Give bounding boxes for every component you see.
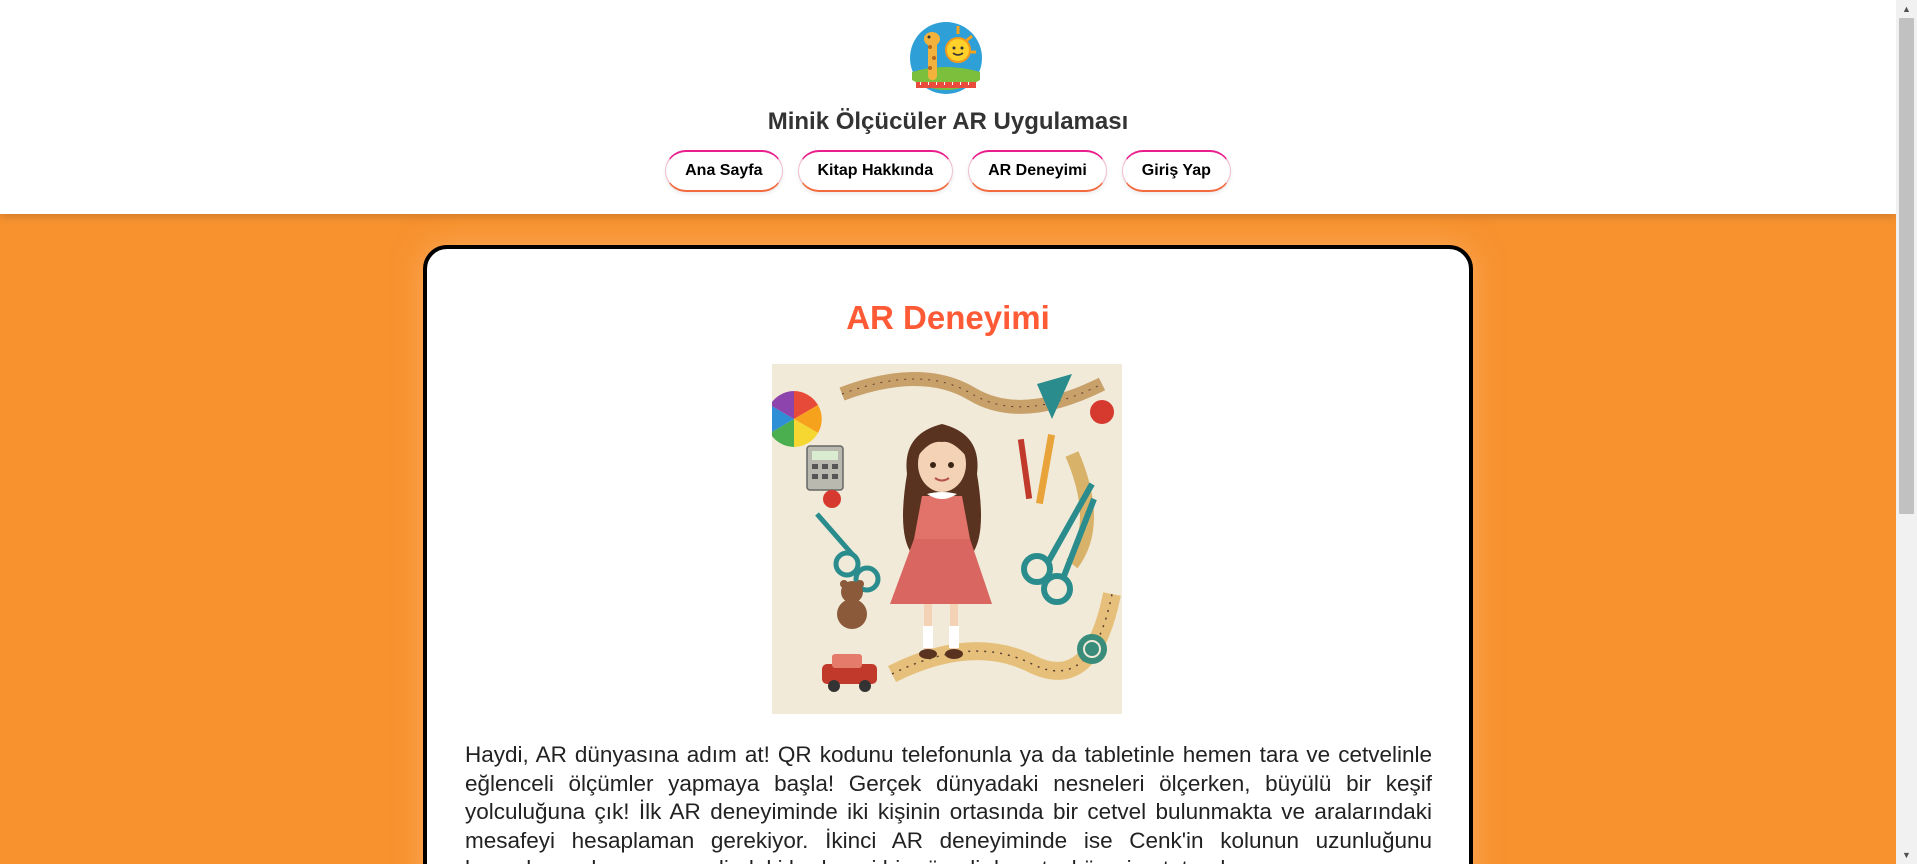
nav-home-button[interactable]: Ana Sayfa — [665, 150, 783, 192]
site-title: Minik Ölçücüler AR Uygulaması — [767, 108, 1129, 135]
main-nav: Ana Sayfa Kitap Hakkında AR Deneyimi Gir… — [0, 150, 1896, 192]
page-heading: AR Deneyimi — [846, 299, 1050, 336]
site-header: Minik Ölçücüler AR Uygulaması Ana Sayfa … — [0, 0, 1896, 214]
scroll-down-arrow-icon[interactable]: ▼ — [1896, 846, 1917, 864]
scroll-up-arrow-icon[interactable]: ▲ — [1896, 0, 1917, 18]
hero-illustration — [772, 364, 1122, 714]
vertical-scrollbar[interactable]: ▲ ▼ — [1896, 0, 1917, 864]
nav-login-button[interactable]: Giriş Yap — [1121, 150, 1231, 192]
nav-ar-experience-button[interactable]: AR Deneyimi — [968, 150, 1107, 192]
nav-about-book-button[interactable]: Kitap Hakkında — [797, 150, 954, 192]
ar-description-text: Haydi, AR dünyasına adım at! QR kodunu t… — [465, 742, 1432, 864]
giraffe-sun-logo-icon[interactable] — [908, 20, 984, 96]
content-card: AR Deneyimi Haydi, AR dünyasına adım at!… — [423, 245, 1473, 864]
scrollbar-thumb[interactable] — [1899, 18, 1914, 514]
